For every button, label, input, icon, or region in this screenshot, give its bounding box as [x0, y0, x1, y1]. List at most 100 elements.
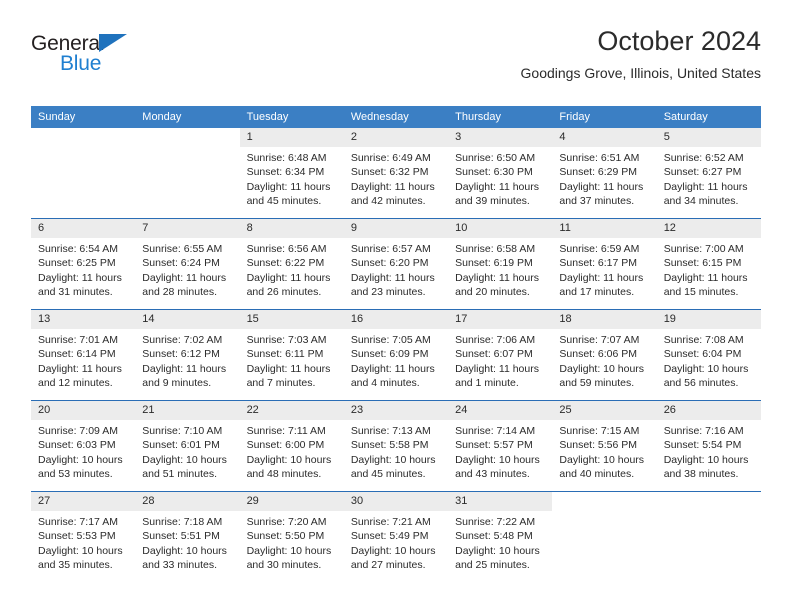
day-number: 30 — [343, 492, 449, 511]
day-number: 31 — [448, 492, 553, 511]
page-subtitle: Goodings Grove, Illinois, United States — [520, 65, 761, 81]
day-details: Sunrise: 7:15 AM Sunset: 5:56 PM Daylight:… — [552, 420, 656, 482]
calendar-day-cell[interactable]: 2 Sunrise: 6:49 AM Sunset: 6:32 PM Daylight… — [343, 128, 449, 218]
day-details: Sunrise: 6:55 AM Sunset: 6:24 PM Daylight:… — [135, 238, 239, 300]
daylight-text-line2: and 25 minutes. — [455, 559, 530, 572]
weekday-header-thursday: Thursday — [455, 111, 501, 123]
sunset-text: Sunset: 6:19 PM — [455, 257, 533, 270]
calendar-page: General Blue October 2024 Goodings Grove… — [0, 0, 792, 612]
weekday-header-friday: Friday — [559, 111, 590, 123]
day-number: 13 — [31, 310, 136, 329]
calendar-day-cell[interactable]: 8 Sunrise: 6:56 AM Sunset: 6:22 PM Daylight… — [239, 219, 344, 309]
day-details: Sunrise: 6:59 AM Sunset: 6:17 PM Daylight:… — [552, 238, 656, 300]
sunset-text: Sunset: 5:50 PM — [246, 530, 325, 543]
weekday-header-saturday: Saturday — [663, 111, 708, 123]
calendar-day-cell[interactable]: 6 Sunrise: 6:54 AM Sunset: 6:25 PM Daylight… — [31, 219, 136, 309]
calendar-day-cell[interactable]: 13 Sunrise: 7:01 AM Sunset: 6:14 PM Dayligh… — [31, 310, 136, 400]
calendar-day-cell[interactable]: 23 Sunrise: 7:13 AM Sunset: 5:58 PM Dayligh… — [343, 401, 449, 491]
sunset-text: Sunset: 6:12 PM — [142, 348, 220, 361]
calendar-day-cell[interactable]: 27 Sunrise: 7:17 AM Sunset: 5:53 PM Dayligh… — [31, 492, 136, 582]
day-number: 16 — [343, 310, 449, 329]
day-number: 23 — [343, 401, 449, 420]
daylight-text-line1: Daylight: 10 hours — [350, 544, 436, 557]
calendar-day-cell[interactable]: 7 Sunrise: 6:55 AM Sunset: 6:24 PM Daylight… — [135, 219, 240, 309]
calendar-day-cell[interactable]: 1 Sunrise: 6:48 AM Sunset: 6:34 PM Daylight… — [239, 128, 344, 218]
sunrise-text: Sunrise: 6:56 AM — [246, 243, 327, 255]
daylight-text-line1: Daylight: 11 hours — [246, 271, 331, 284]
daylight-text-line1: Daylight: 11 hours — [455, 362, 539, 375]
daylight-text-line2: and 43 minutes. — [455, 468, 530, 481]
title-block: October 2024 Goodings Grove, Illinois, U… — [521, 24, 761, 84]
day-details: Sunrise: 6:54 AM Sunset: 6:25 PM Daylight:… — [31, 238, 135, 300]
calendar-day-cell[interactable]: 18 Sunrise: 7:07 AM Sunset: 6:06 PM Dayligh… — [552, 310, 657, 400]
calendar-day-cell[interactable]: 10 Sunrise: 6:58 AM Sunset: 6:19 PM Dayligh… — [448, 219, 553, 309]
sunset-text: Sunset: 6:20 PM — [350, 257, 429, 270]
daylight-text-line2: and 45 minutes. — [246, 195, 322, 208]
daylight-text-line2: and 59 minutes. — [559, 377, 635, 390]
daylight-text-line1: Daylight: 10 hours — [142, 453, 227, 466]
calendar-day-cell[interactable]: 4 Sunrise: 6:51 AM Sunset: 6:29 PM Daylight… — [552, 128, 657, 218]
calendar-day-cell[interactable]: 16 Sunrise: 7:05 AM Sunset: 6:09 PM Dayligh… — [343, 310, 449, 400]
page-title: October 2024 — [597, 26, 761, 56]
sunrise-text: Sunrise: 7:01 AM — [38, 334, 118, 346]
calendar-day-cell[interactable]: 22 Sunrise: 7:11 AM Sunset: 6:00 PM Dayligh… — [239, 401, 344, 491]
sunset-text: Sunset: 6:03 PM — [38, 439, 116, 452]
day-number — [657, 492, 761, 511]
daylight-text-line2: and 26 minutes. — [246, 286, 322, 299]
day-details: Sunrise: 7:03 AM Sunset: 6:11 PM Daylight:… — [240, 329, 344, 391]
day-number: 19 — [656, 310, 761, 329]
calendar-day-cell[interactable]: 14 Sunrise: 7:02 AM Sunset: 6:12 PM Dayligh… — [135, 310, 240, 400]
day-number: 12 — [656, 219, 761, 238]
calendar-day-cell[interactable]: 25 Sunrise: 7:15 AM Sunset: 5:56 PM Dayligh… — [552, 401, 657, 491]
daylight-text-line2: and 34 minutes. — [663, 195, 739, 208]
sunrise-text: Sunrise: 7:22 AM — [455, 516, 536, 528]
day-details: Sunrise: 7:08 AM Sunset: 6:04 PM Daylight:… — [657, 329, 761, 391]
sunrise-text: Sunrise: 7:11 AM — [246, 425, 326, 437]
daylight-text-line2: and 15 minutes. — [663, 286, 739, 299]
daylight-text-line2: and 40 minutes. — [559, 468, 635, 481]
calendar-day-cell[interactable]: 19 Sunrise: 7:08 AM Sunset: 6:04 PM Dayligh… — [656, 310, 761, 400]
calendar-day-cell[interactable]: 5 Sunrise: 6:52 AM Sunset: 6:27 PM Daylight… — [656, 128, 761, 218]
daylight-text-line1: Daylight: 10 hours — [350, 453, 436, 466]
calendar-weeks: 1 Sunrise: 6:48 AM Sunset: 6:34 PM Daylight… — [31, 128, 761, 582]
sunrise-text: Sunrise: 7:00 AM — [663, 243, 744, 255]
day-details: Sunrise: 6:51 AM Sunset: 6:29 PM Daylight:… — [552, 147, 656, 209]
day-details: Sunrise: 7:01 AM Sunset: 6:14 PM Daylight:… — [31, 329, 135, 391]
calendar-day-cell[interactable]: 26 Sunrise: 7:16 AM Sunset: 5:54 PM Dayligh… — [656, 401, 761, 491]
logo-text-blue: Blue — [60, 52, 102, 75]
day-number: 28 — [135, 492, 240, 511]
calendar-day-cell[interactable]: 20 Sunrise: 7:09 AM Sunset: 6:03 PM Dayligh… — [31, 401, 136, 491]
day-details: Sunrise: 6:48 AM Sunset: 6:34 PM Daylight:… — [240, 147, 344, 209]
day-number: 21 — [135, 401, 240, 420]
day-details: Sunrise: 6:57 AM Sunset: 6:20 PM Daylight:… — [344, 238, 448, 300]
daylight-text-line1: Daylight: 11 hours — [246, 180, 331, 193]
calendar-day-cell[interactable]: 24 Sunrise: 7:14 AM Sunset: 5:57 PM Dayligh… — [448, 401, 553, 491]
calendar-day-cell[interactable]: 31 Sunrise: 7:22 AM Sunset: 5:48 PM Dayligh… — [448, 492, 553, 582]
sunset-text: Sunset: 6:32 PM — [350, 166, 429, 179]
calendar-day-cell[interactable]: 3 Sunrise: 6:50 AM Sunset: 6:30 PM Daylight… — [448, 128, 553, 218]
daylight-text-line1: Daylight: 11 hours — [350, 271, 435, 284]
calendar-day-cell[interactable]: 11 Sunrise: 6:59 AM Sunset: 6:17 PM Dayligh… — [552, 219, 657, 309]
calendar-day-cell[interactable]: 12 Sunrise: 7:00 AM Sunset: 6:15 PM Dayligh… — [656, 219, 761, 309]
day-number: 25 — [552, 401, 657, 420]
daylight-text-line1: Daylight: 11 hours — [350, 180, 435, 193]
daylight-text-line2: and 4 minutes. — [350, 377, 420, 390]
calendar-day-cell[interactable]: 30 Sunrise: 7:21 AM Sunset: 5:49 PM Dayligh… — [343, 492, 449, 582]
calendar-day-cell[interactable]: 29 Sunrise: 7:20 AM Sunset: 5:50 PM Dayligh… — [239, 492, 344, 582]
calendar-day-cell[interactable]: 17 Sunrise: 7:06 AM Sunset: 6:07 PM Dayligh… — [448, 310, 553, 400]
page-header: General Blue October 2024 Goodings Grove… — [31, 24, 761, 98]
calendar-grid: Sunday Monday Tuesday Wednesday Thursday… — [31, 106, 761, 582]
calendar-day-cell[interactable]: 15 Sunrise: 7:03 AM Sunset: 6:11 PM Dayligh… — [239, 310, 344, 400]
calendar-day-cell[interactable]: 21 Sunrise: 7:10 AM Sunset: 6:01 PM Dayligh… — [135, 401, 240, 491]
sunrise-text: Sunrise: 7:07 AM — [559, 334, 640, 346]
day-number: 15 — [239, 310, 344, 329]
daylight-text-line1: Daylight: 10 hours — [559, 453, 645, 466]
day-details: Sunrise: 7:11 AM Sunset: 6:00 PM Daylight:… — [240, 420, 344, 482]
daylight-text-line2: and 12 minutes. — [38, 377, 113, 390]
sunset-text: Sunset: 6:06 PM — [559, 348, 638, 361]
sunset-text: Sunset: 6:01 PM — [142, 439, 220, 452]
generalblue-logo[interactable]: General Blue — [31, 32, 251, 88]
calendar-day-cell[interactable]: 28 Sunrise: 7:18 AM Sunset: 5:51 PM Dayligh… — [135, 492, 240, 582]
calendar-day-cell[interactable]: 9 Sunrise: 6:57 AM Sunset: 6:20 PM Daylight… — [343, 219, 449, 309]
sunrise-text: Sunrise: 6:58 AM — [455, 243, 536, 255]
